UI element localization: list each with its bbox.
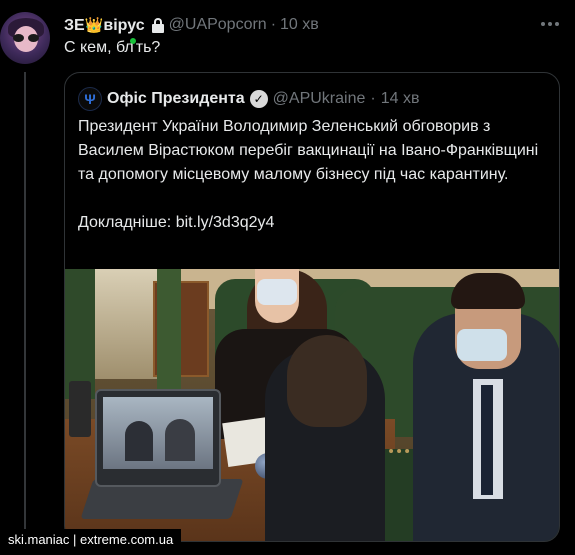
quoted-link[interactable]: bit.ly/3d3q2y4 <box>176 214 275 231</box>
sunglasses-icon <box>13 34 39 42</box>
quoted-handle[interactable]: @APUkraine <box>273 90 366 108</box>
tweet-header: ЗЕ👑вірус @UAPopcorn · 10 хв <box>64 14 319 36</box>
verified-badge-icon: ✓ <box>249 90 268 108</box>
quoted-tweet-header: Ψ Офіс Президента ✓ @APUkraine · 14 хв <box>78 87 419 111</box>
separator-dot: · <box>270 16 277 33</box>
tweet-text: С кем, бл ть? <box>64 38 161 56</box>
user-avatar[interactable] <box>0 12 50 64</box>
meeting-photo[interactable] <box>65 269 559 541</box>
lock-icon <box>151 17 165 33</box>
more-line: Докладніше: bit.ly/3d3q2y4 <box>78 214 275 231</box>
display-name[interactable]: ЗЕ👑вірус <box>64 16 145 35</box>
watermark: ski.maniac | extreme.com.ua <box>0 529 182 551</box>
tweet-timestamp[interactable]: 10 хв <box>280 16 319 34</box>
quoted-display-name[interactable]: Офіс Президента <box>107 90 245 108</box>
quoted-tweet[interactable]: Ψ Офіс Президента ✓ @APUkraine · 14 хв П… <box>64 72 560 542</box>
separator-dot: · <box>370 90 376 107</box>
more-horizontal-icon[interactable] <box>541 22 559 26</box>
quoted-tweet-body: Президент України Володимир Зеленський о… <box>78 115 548 259</box>
thread-line <box>24 72 26 530</box>
crown-icon: 👑 <box>84 16 104 34</box>
trident-icon[interactable]: Ψ <box>78 87 102 111</box>
user-handle[interactable]: @UAPopcorn <box>169 16 267 34</box>
quoted-tweet-text: Президент України Володимир Зеленський о… <box>78 118 539 183</box>
quoted-timestamp[interactable]: 14 хв <box>381 90 420 108</box>
